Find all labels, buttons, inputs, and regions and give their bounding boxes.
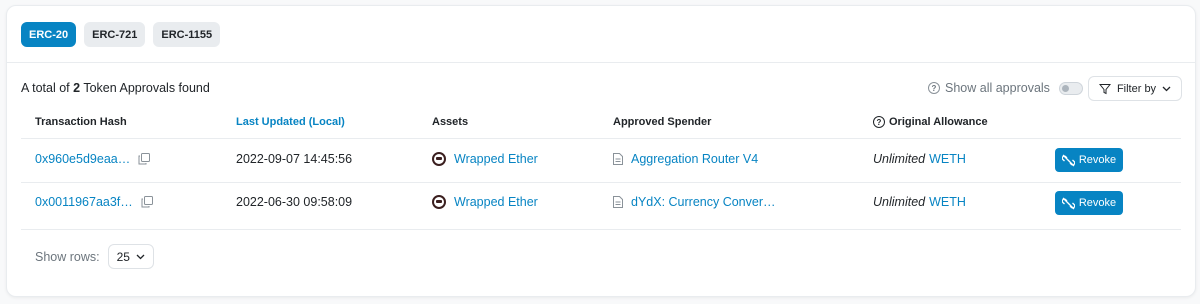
chevron-down-icon (1162, 86, 1171, 91)
allowance-token-link[interactable]: WETH (929, 152, 966, 166)
rows-per-page-value: 25 (116, 249, 130, 264)
approvals-count: 2 (73, 81, 81, 95)
filter-by-button[interactable]: Filter by (1088, 76, 1182, 101)
show-all-label: Show all approvals (945, 81, 1050, 95)
copy-icon[interactable] (138, 153, 151, 165)
question-icon: ? (928, 82, 940, 94)
question-icon: ? (873, 116, 885, 128)
contract-document-icon (613, 153, 623, 165)
spender-cell: dYdX: Currency Conver… (613, 195, 776, 209)
show-rows-control: Show rows: 25 (35, 244, 154, 269)
footer-divider (21, 229, 1181, 230)
tab-erc721[interactable]: ERC-721 (84, 22, 146, 47)
revoke-button[interactable]: Revoke (1055, 148, 1123, 172)
tx-hash-link[interactable]: 0x960e5d9eaa… (35, 152, 130, 166)
divider (7, 62, 1195, 63)
column-header-allowance: ? Original Allowance (873, 116, 988, 128)
allowance-qualifier: Unlimited (873, 195, 926, 209)
unlink-icon (1061, 197, 1075, 209)
last-updated-cell: 2022-09-07 14:45:56 (236, 152, 353, 166)
asset-link[interactable]: Wrapped Ether (454, 152, 538, 166)
asset-link[interactable]: Wrapped Ether (454, 195, 538, 209)
tx-hash-link[interactable]: 0x0011967aa3f… (35, 195, 133, 209)
weth-token-icon (432, 152, 446, 166)
allowance-header-label: Original Allowance (889, 116, 988, 128)
token-standard-tabs: ERC-20 ERC-721 ERC-1155 (21, 22, 221, 47)
column-header-last-updated[interactable]: Last Updated (Local) (236, 116, 345, 128)
allowance-qualifier: Unlimited (873, 152, 926, 166)
last-updated-cell: 2022-06-30 09:58:09 (236, 195, 353, 209)
show-all-approvals: ? Show all approvals (928, 81, 1083, 95)
tx-hash-cell: 0x960e5d9eaa… (35, 152, 151, 166)
filter-icon (1098, 83, 1111, 94)
show-rows-label: Show rows: (35, 249, 100, 264)
token-approvals-card: ERC-20 ERC-721 ERC-1155 A total of 2 Tok… (6, 5, 1196, 297)
column-header-tx-hash: Transaction Hash (35, 116, 127, 128)
rows-per-page-select[interactable]: 25 (107, 244, 154, 269)
spender-link[interactable]: dYdX: Currency Conver… (631, 195, 776, 209)
revoke-label: Revoke (1078, 154, 1117, 166)
approvals-summary: A total of 2 Token Approvals found (21, 81, 210, 95)
spender-cell: Aggregation Router V4 (613, 152, 758, 166)
tab-erc20[interactable]: ERC-20 (21, 22, 77, 47)
show-all-toggle[interactable] (1058, 81, 1083, 95)
allowance-cell: Unlimited WETH (873, 152, 966, 166)
allowance-cell: Unlimited WETH (873, 195, 966, 209)
asset-cell: Wrapped Ether (432, 152, 538, 166)
column-header-assets: Assets (432, 116, 469, 128)
contract-document-icon (613, 196, 623, 208)
chevron-down-icon (136, 254, 145, 259)
tx-hash-cell: 0x0011967aa3f… (35, 195, 153, 209)
filter-label: Filter by (1116, 82, 1157, 95)
summary-suffix: Token Approvals found (83, 81, 210, 95)
column-header-spender: Approved Spender (613, 116, 712, 128)
revoke-button[interactable]: Revoke (1055, 191, 1123, 215)
weth-token-icon (432, 195, 446, 209)
unlink-icon (1061, 154, 1075, 166)
spender-link[interactable]: Aggregation Router V4 (631, 152, 758, 166)
tab-erc1155[interactable]: ERC-1155 (153, 22, 221, 47)
summary-prefix: A total of (21, 81, 70, 95)
revoke-label: Revoke (1078, 197, 1117, 209)
allowance-token-link[interactable]: WETH (929, 195, 966, 209)
copy-icon[interactable] (141, 196, 153, 208)
row-divider (21, 182, 1181, 183)
row-divider (21, 138, 1181, 139)
asset-cell: Wrapped Ether (432, 195, 538, 209)
